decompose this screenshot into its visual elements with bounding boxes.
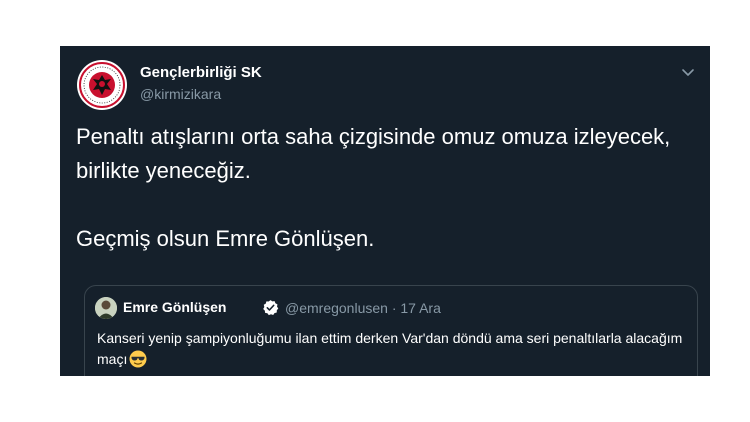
sunglasses-emoji-icon	[129, 350, 147, 368]
quoted-author-name[interactable]: Emre Gönlüşen	[123, 299, 226, 315]
user-avatar-icon[interactable]	[95, 297, 117, 319]
tweet-paragraph: Penaltı atışlarını orta saha çizgisinde …	[76, 124, 671, 183]
tweet-paragraph: Geçmiş olsun Emre Gönlüşen.	[76, 226, 375, 251]
verified-badge-icon	[262, 299, 279, 316]
author-handle[interactable]: @kirmizikara	[140, 86, 221, 102]
chevron-down-icon[interactable]	[678, 62, 698, 82]
quoted-author-handle[interactable]: @emregonlusen	[285, 300, 388, 316]
quoted-meta: @emregonlusen · 17 Ara	[285, 300, 441, 316]
quoted-text-body: Kanseri yenip şampiyonluğumu ilan ettim …	[97, 330, 683, 367]
club-crest-icon[interactable]	[77, 60, 127, 110]
author-display-name[interactable]: Gençlerbirliği SK	[140, 64, 262, 81]
quoted-date[interactable]: 17 Ara	[400, 300, 440, 316]
quoted-text: Kanseri yenip şampiyonluğumu ilan ettim …	[97, 328, 687, 370]
tweet-card[interactable]: Gençlerbirliği SK @kirmizikara Penaltı a…	[60, 46, 710, 376]
tweet-text: Penaltı atışlarını orta saha çizgisinde …	[76, 120, 696, 256]
quoted-tweet[interactable]: Emre Gönlüşen @emregonlusen · 17 Ara Kan…	[84, 285, 698, 376]
